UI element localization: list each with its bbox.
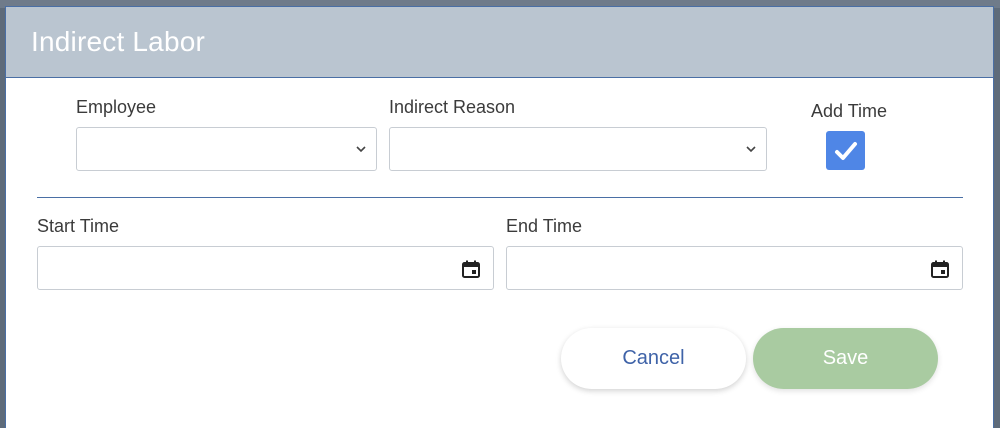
add-time-checkbox[interactable] <box>826 131 865 170</box>
end-time-label: End Time <box>506 216 583 236</box>
section-divider <box>37 197 963 198</box>
employee-label: Employee <box>76 97 157 117</box>
cancel-button[interactable]: Cancel <box>561 328 746 389</box>
end-time-input[interactable] <box>506 246 963 290</box>
start-time-input[interactable] <box>37 246 494 290</box>
calendar-icon[interactable] <box>461 259 481 279</box>
dialog-header: Indirect Labor <box>6 7 993 78</box>
save-button[interactable]: Save <box>753 328 938 389</box>
start-time-label: Start Time <box>37 216 120 236</box>
checkmark-icon <box>834 141 857 160</box>
employee-select[interactable] <box>76 127 377 171</box>
indirect-labor-dialog: Indirect Labor Employee Indirect Reason … <box>5 6 994 428</box>
dialog-title: Indirect Labor <box>31 26 206 57</box>
indirect-reason-label: Indirect Reason <box>389 97 516 117</box>
chevron-down-icon <box>746 146 756 153</box>
indirect-reason-select[interactable] <box>389 127 767 171</box>
chevron-down-icon <box>356 146 366 153</box>
calendar-icon[interactable] <box>930 259 950 279</box>
add-time-label: Add Time <box>811 101 888 121</box>
